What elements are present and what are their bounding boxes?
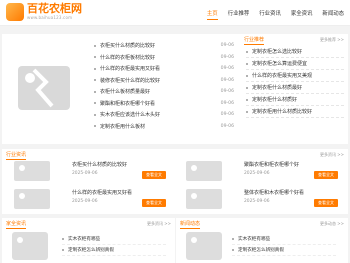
placeholder-image-icon [184, 187, 224, 211]
list-item[interactable]: 定制衣柜用什么板材 09-06 [94, 121, 234, 133]
news-card[interactable]: 什么样的衣柜最实用又好看 2025-09-06 查看全文 [4, 185, 172, 212]
card-date: 2025-09-06 [72, 171, 98, 176]
list-item[interactable]: 装修衣柜买什么样的比较好 09-06 [94, 75, 234, 87]
section-title: 新闻动态 [180, 221, 201, 229]
nav-industry[interactable]: 行业资讯 [259, 7, 281, 19]
news-card[interactable]: 整体衣柜和木衣柜哪个好看 2025-09-06 查看全文 [176, 185, 344, 212]
hero-section: 衣柜买什么材质的比较好 09-06 什么样的衣柜板材比较好 09-06 什么样的衣柜… [2, 34, 240, 144]
home-news-section: 家全资讯 更多资讯 >> 实木衣柜有哪些 定制衣柜怎么辨别真假 [2, 218, 175, 263]
placeholder-image-icon [12, 187, 52, 211]
section-title: 家全资讯 [6, 221, 27, 229]
list-item[interactable]: 什么样的衣柜最实用又美观 [246, 70, 344, 82]
list-item[interactable]: 实木衣柜有哪些 [62, 234, 166, 245]
news-card[interactable]: 衣柜买什么材质的比较好 2025-09-06 查看全文 [4, 157, 172, 184]
read-more-button[interactable]: 查看全文 [142, 171, 166, 179]
list-item[interactable]: 什么样的衣柜板材比较好 09-06 [94, 52, 234, 64]
list-item[interactable]: 定制衣柜怎么辨别真假 [232, 245, 336, 256]
nav-home-news[interactable]: 家全资讯 [291, 7, 313, 19]
site-title: 百花农柜网 [27, 2, 82, 15]
header: 百花农柜网 www.baihua123.com 主页 行业推荐 行业资讯 家全资… [0, 0, 350, 26]
list-item[interactable]: 衣柜什么板材质量最好 09-06 [94, 86, 234, 98]
list-item[interactable]: 实木衣柜有哪些 [232, 234, 336, 245]
more-link[interactable]: 更多资讯 >> [147, 221, 171, 227]
news-list: 实木衣柜有哪些 定制衣柜怎么辨别真假 [232, 234, 336, 256]
list-item[interactable]: 定制衣柜怎么选比较好 [246, 46, 344, 58]
more-link[interactable]: 更多推荐 >> [320, 37, 344, 43]
card-date: 2025-09-06 [244, 171, 270, 176]
nav-recommend[interactable]: 行业推荐 [228, 7, 250, 19]
nav-home[interactable]: 主页 [206, 7, 218, 20]
recommend-list: 定制衣柜怎么选比较好 定制衣柜怎么算运费便宜 什么样的衣柜最实用又美观 定制衣柜… [246, 46, 344, 118]
card-title: 衣柜买什么材质的比较好 [72, 162, 128, 168]
nav-news[interactable]: 新闻动态 [322, 7, 344, 19]
placeholder-image-icon [184, 159, 224, 183]
home-news-list: 实木衣柜有哪些 定制衣柜怎么辨别真假 [62, 234, 166, 256]
list-item[interactable]: 定制衣柜怎么辨别真假 [62, 245, 166, 256]
industry-section: 行业资讯 更多资讯 >> 衣柜买什么材质的比较好 2025-09-06 查看全文… [2, 149, 348, 214]
placeholder-image-icon [184, 230, 224, 262]
read-more-button[interactable]: 查看全文 [314, 199, 338, 207]
site-url: www.baihua123.com [27, 15, 73, 20]
list-item[interactable]: 定制衣柜什么材质最好 [246, 82, 344, 94]
news-card[interactable]: 聚酯衣柜和柜衣柜哪个好 2025-09-06 查看全文 [176, 157, 344, 184]
hero-list: 衣柜买什么材质的比较好 09-06 什么样的衣柜板材比较好 09-06 什么样的衣柜… [94, 40, 234, 132]
list-item[interactable]: 定制衣柜怎么算运费便宜 [246, 58, 344, 70]
section-title: 行业推荐 [244, 37, 265, 45]
news-section: 新闻动态 更多动态 >> 实木衣柜有哪些 定制衣柜怎么辨别真假 [176, 218, 348, 263]
placeholder-image-icon [12, 159, 52, 183]
placeholder-image-icon [12, 56, 76, 120]
list-item[interactable]: 衣柜买什么材质的比较好 09-06 [94, 40, 234, 52]
card-date: 2025-09-06 [244, 199, 270, 204]
logo-icon [6, 3, 24, 21]
list-item[interactable]: 实木衣柜应该选什么木头好 09-06 [94, 109, 234, 121]
list-item[interactable]: 定制衣柜用什么材质比较好 [246, 106, 344, 118]
list-item[interactable]: 聚酯和柜和衣柜哪个好看 09-06 [94, 98, 234, 110]
logo[interactable]: 百花农柜网 www.baihua123.com [6, 3, 82, 21]
card-title: 什么样的衣柜最实用又好看 [72, 190, 133, 196]
recommend-box: 行业推荐 更多推荐 >> 定制衣柜怎么选比较好 定制衣柜怎么算运费便宜 什么样的… [240, 34, 348, 144]
card-date: 2025-09-06 [72, 199, 98, 204]
list-item[interactable]: 定制衣柜什么材质好 [246, 94, 344, 106]
list-item[interactable]: 什么样的衣柜最实用又好看 09-06 [94, 63, 234, 75]
card-title: 整体衣柜和木衣柜哪个好看 [244, 190, 305, 196]
card-title: 聚酯衣柜和柜衣柜哪个好 [244, 162, 300, 168]
placeholder-image-icon [10, 230, 50, 262]
read-more-button[interactable]: 查看全文 [314, 171, 338, 179]
main-nav: 主页 行业推荐 行业资讯 家全资讯 新闻动态 [206, 0, 344, 26]
more-link[interactable]: 更多动态 >> [320, 221, 344, 227]
read-more-button[interactable]: 查看全文 [142, 199, 166, 207]
